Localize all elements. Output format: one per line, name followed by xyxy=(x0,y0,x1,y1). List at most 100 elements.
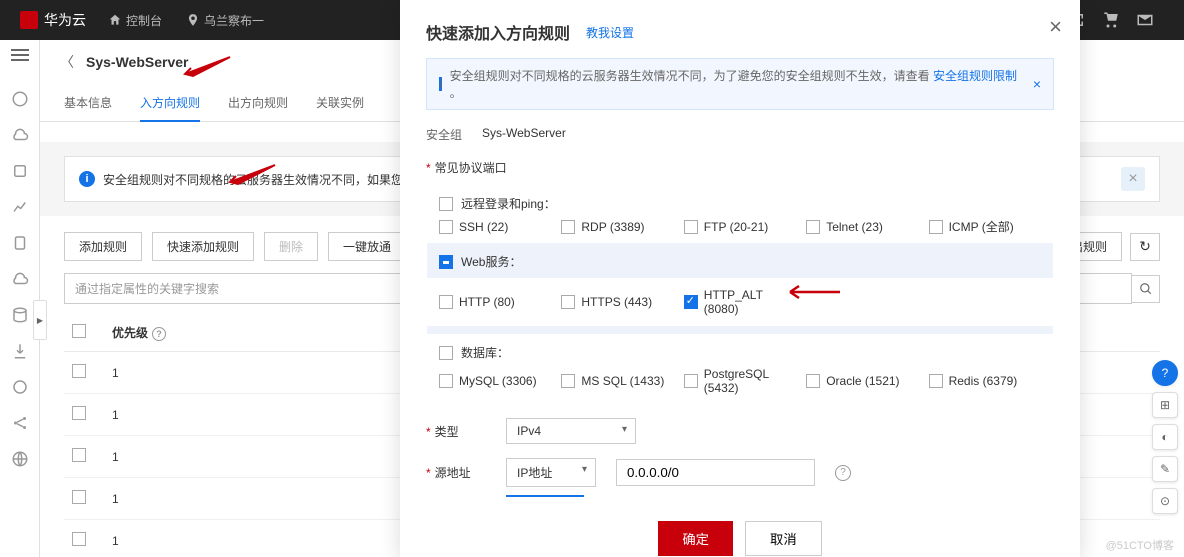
checkbox-icon xyxy=(806,220,820,234)
help-icon[interactable]: ? xyxy=(152,327,166,341)
proto-option[interactable]: HTTP_ALT (8080) xyxy=(684,288,796,316)
device-icon[interactable] xyxy=(11,234,29,252)
notice-close[interactable]: × xyxy=(1121,167,1145,191)
back-button[interactable]: 〈 xyxy=(60,52,74,72)
home-icon xyxy=(108,13,122,27)
help-icon[interactable]: ? xyxy=(835,465,851,481)
sg-value: Sys-WebServer xyxy=(482,126,566,143)
checkbox-icon xyxy=(439,220,453,234)
mail-icon[interactable] xyxy=(1136,11,1154,29)
modal-close-button[interactable]: × xyxy=(1049,14,1062,40)
refresh-button[interactable]: ↻ xyxy=(1130,233,1160,261)
source-input[interactable] xyxy=(616,459,815,486)
float-item-3[interactable]: ✎ xyxy=(1152,456,1178,482)
row-checkbox[interactable] xyxy=(72,448,86,462)
menu-icon[interactable] xyxy=(11,54,29,72)
checkbox-icon xyxy=(561,295,575,309)
cancel-button[interactable]: 取消 xyxy=(745,521,822,556)
proto-group-remote: 远程登录和ping： SSH (22) RDP (3389) FTP (20-21)… xyxy=(427,185,1053,243)
ok-button[interactable]: 确定 xyxy=(658,521,733,556)
type-row: *类型 IPv4 xyxy=(426,418,1054,444)
float-item-4[interactable]: ⊙ xyxy=(1152,488,1178,514)
proto-option[interactable]: Oracle (1521) xyxy=(806,367,918,395)
modal-notice-close[interactable]: × xyxy=(1033,76,1041,92)
info-icon: i xyxy=(439,77,442,91)
checkbox-icon xyxy=(561,220,575,234)
tab-outbound[interactable]: 出方向规则 xyxy=(228,84,288,121)
chart-icon[interactable] xyxy=(11,198,29,216)
download-icon[interactable] xyxy=(11,342,29,360)
float-item-1[interactable]: ⊞ xyxy=(1152,392,1178,418)
proto-option[interactable]: FTP (20-21) xyxy=(684,218,796,235)
group-db-toggle[interactable]: 数据库： xyxy=(439,342,1041,363)
floating-toolbar: ? ⊞ ◐ ✎ ⊙ xyxy=(1152,360,1178,514)
checkbox-icon xyxy=(684,220,698,234)
rail-expand-toggle[interactable]: ▶ xyxy=(33,300,47,340)
dashboard-icon[interactable] xyxy=(11,90,29,108)
tab-instances[interactable]: 关联实例 xyxy=(316,84,364,121)
globe-icon[interactable] xyxy=(11,450,29,468)
oneclick-button[interactable]: 一键放通 xyxy=(328,232,406,261)
active-indicator xyxy=(506,495,584,497)
type-select[interactable]: IPv4 xyxy=(506,418,636,444)
brand[interactable]: 华为云 xyxy=(10,10,96,30)
checkbox-icon xyxy=(439,295,453,309)
proto-option[interactable]: HTTPS (443) xyxy=(561,288,673,316)
console-link[interactable]: 控制台 xyxy=(96,12,174,29)
modal-notice: i 安全组规则对不同规格的云服务器生效情况不同，为了避免您的安全组规则不生效，请… xyxy=(426,58,1054,110)
quick-add-button[interactable]: 快速添加规则 xyxy=(152,232,254,261)
proto-option[interactable]: MS SQL (1433) xyxy=(561,367,673,395)
group-web-toggle[interactable]: Web服务： xyxy=(439,251,1041,272)
group-remote-toggle[interactable]: 远程登录和ping： xyxy=(439,193,1041,214)
search-icon[interactable] xyxy=(1132,275,1160,303)
source-label: *源地址 xyxy=(426,464,486,481)
row-checkbox[interactable] xyxy=(72,406,86,420)
topbar-right xyxy=(1068,11,1174,29)
proto-option[interactable]: Redis (6379) xyxy=(929,367,1041,395)
add-rule-button[interactable]: 添加规则 xyxy=(64,232,142,261)
row-checkbox[interactable] xyxy=(72,364,86,378)
proto-label: *常见协议端口 xyxy=(426,159,1054,176)
quick-add-modal: × 快速添加入方向规则 教我设置 i 安全组规则对不同规格的云服务器生效情况不同… xyxy=(400,0,1080,557)
select-all-checkbox[interactable] xyxy=(72,324,86,338)
source-row: *源地址 IP地址 ? xyxy=(426,458,1054,487)
float-help-button[interactable]: ? xyxy=(1152,360,1178,386)
sg-label: 安全组 xyxy=(426,126,462,143)
share-icon[interactable] xyxy=(11,414,29,432)
proto-group-db: 数据库： MySQL (3306) MS SQL (1433) PostgreSQL… xyxy=(427,334,1053,403)
row-checkbox[interactable] xyxy=(72,490,86,504)
security-group-row: 安全组 Sys-WebServer xyxy=(426,126,1054,143)
cloud-icon[interactable] xyxy=(11,126,29,144)
tab-basic[interactable]: 基本信息 xyxy=(64,84,112,121)
checkbox-icon xyxy=(929,374,943,388)
circle-icon[interactable] xyxy=(11,378,29,396)
modal-title: 快速添加入方向规则 教我设置 xyxy=(426,20,1054,44)
brand-logo-icon xyxy=(20,11,38,29)
row-checkbox[interactable] xyxy=(72,532,86,546)
notice-link[interactable]: 安全组规则限制 xyxy=(933,69,1017,83)
storage-icon[interactable] xyxy=(11,306,29,324)
proto-option[interactable]: RDP (3389) xyxy=(561,218,673,235)
proto-option[interactable]: HTTP (80) xyxy=(439,288,551,316)
proto-option[interactable]: Telnet (23) xyxy=(806,218,918,235)
checkbox-icon xyxy=(806,374,820,388)
tab-inbound[interactable]: 入方向规则 xyxy=(140,84,200,121)
help-link[interactable]: 教我设置 xyxy=(586,24,634,41)
watermark: @51CTO博客 xyxy=(1106,537,1174,553)
brand-text: 华为云 xyxy=(44,10,86,30)
proto-option[interactable]: PostgreSQL (5432) xyxy=(684,367,796,395)
compute-icon[interactable] xyxy=(11,162,29,180)
delete-button[interactable]: 删除 xyxy=(264,232,318,261)
modal-footer: 确定 取消 xyxy=(426,521,1054,556)
proto-option[interactable]: MySQL (3306) xyxy=(439,367,551,395)
proto-option[interactable]: SSH (22) xyxy=(439,218,551,235)
cloud2-icon[interactable] xyxy=(11,270,29,288)
source-type-select[interactable]: IP地址 xyxy=(506,458,596,487)
checkbox-icon xyxy=(929,220,943,234)
float-item-2[interactable]: ◐ xyxy=(1152,424,1178,450)
proto-option[interactable]: ICMP (全部) xyxy=(929,218,1041,235)
region-selector[interactable]: 乌兰察布一 xyxy=(174,12,276,29)
page-title: Sys-WebServer xyxy=(86,54,188,70)
cart-icon[interactable] xyxy=(1102,11,1120,29)
info-icon: i xyxy=(79,171,95,187)
